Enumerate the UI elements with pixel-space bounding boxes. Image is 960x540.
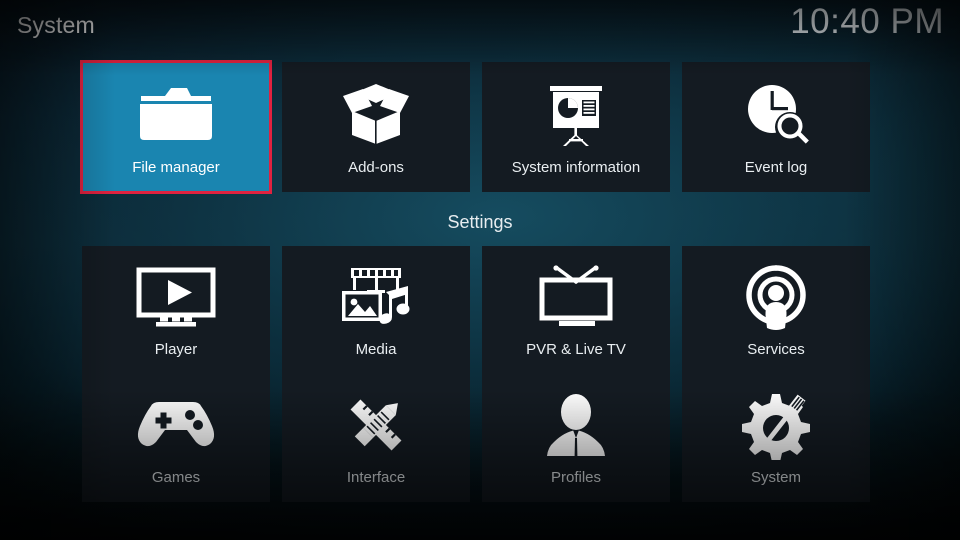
tv-antenna-icon: [482, 246, 670, 341]
tile-label: Media: [355, 341, 397, 358]
tile-profiles[interactable]: Profiles: [482, 374, 670, 502]
gear-wrench-icon: [682, 374, 870, 469]
settings-tile-row-2: Games Interface Profiles System: [0, 374, 960, 502]
tile-system[interactable]: System: [682, 374, 870, 502]
tile-label: Player: [154, 341, 198, 358]
tile-label: System information: [511, 159, 641, 176]
tile-label: Add-ons: [348, 159, 404, 176]
clock-search-icon: [682, 62, 870, 159]
gamepad-icon: [82, 374, 270, 469]
header-bar: System 10:40 PM: [0, 0, 960, 56]
tile-label: PVR & Live TV: [526, 341, 626, 358]
settings-section-heading: Settings: [447, 212, 513, 232]
kodi-system-screen: System 10:40 PM File manager Add-ons Sys…: [0, 0, 960, 540]
tile-label: Services: [747, 341, 805, 358]
tile-label: Event log: [744, 159, 808, 176]
tile-add-ons[interactable]: Add-ons: [282, 62, 470, 192]
tile-label: File manager: [132, 159, 220, 176]
folder-icon: [82, 62, 270, 159]
tile-media[interactable]: Media: [282, 246, 470, 374]
monitor-play-icon: [82, 246, 270, 341]
tile-label: Interface: [346, 469, 406, 486]
media-library-icon: [282, 246, 470, 341]
pencil-ruler-icon: [282, 374, 470, 469]
tile-event-log[interactable]: Event log: [682, 62, 870, 192]
user-bust-icon: [482, 374, 670, 469]
settings-tile-row-1: Player Media PVR & Live TV Services: [0, 246, 960, 374]
tile-games[interactable]: Games: [82, 374, 270, 502]
presentation-icon: [482, 62, 670, 159]
top-tile-row: File manager Add-ons System information …: [0, 60, 960, 194]
broadcast-user-icon: [682, 246, 870, 341]
tile-label: Games: [151, 469, 201, 486]
tile-file-manager[interactable]: File manager: [80, 60, 272, 194]
page-title: System: [17, 12, 95, 38]
tile-player[interactable]: Player: [82, 246, 270, 374]
tile-services[interactable]: Services: [682, 246, 870, 374]
open-box-icon: [282, 62, 470, 159]
tile-pvr-live-tv[interactable]: PVR & Live TV: [482, 246, 670, 374]
tile-system-information[interactable]: System information: [482, 62, 670, 192]
tile-label: Profiles: [550, 469, 602, 486]
clock: 10:40 PM: [790, 2, 944, 41]
tile-label: System: [750, 469, 801, 486]
tile-interface[interactable]: Interface: [282, 374, 470, 502]
